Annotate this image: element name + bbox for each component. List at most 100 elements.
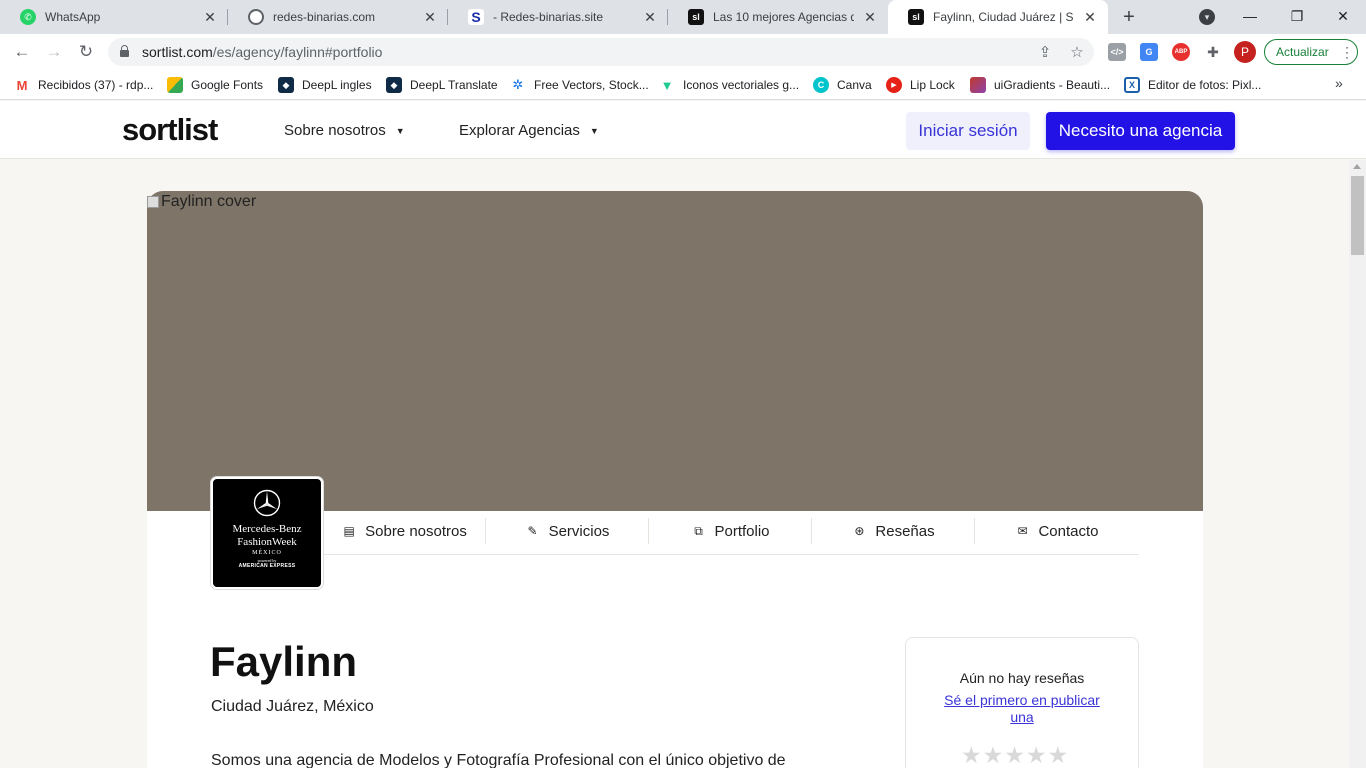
bookmark-canva[interactable]: C Canva	[813, 76, 872, 94]
bookmarks-bar: M Recibidos (37) - rdp... Google Fonts ◆…	[0, 70, 1366, 100]
tab-title: Faylinn, Ciudad Juárez | Sortli	[933, 10, 1074, 24]
caret-down-icon: ▼	[395, 125, 405, 136]
logo-line: MÉXICO	[252, 550, 282, 556]
mercedes-star-icon	[253, 489, 281, 517]
nav-explorar-agencias[interactable]: Explorar Agencias ▼	[459, 122, 599, 139]
sortlist-icon: sl	[688, 9, 704, 25]
menu-dots-icon[interactable]: · · ·	[1345, 41, 1349, 63]
bookmark-lip-lock[interactable]: ▶ Lip Lock	[886, 76, 955, 94]
profile-tabs: ▤ Sobre nosotros ✎ Servicios ⧉ Portfolio…	[323, 516, 1139, 555]
tab-title: redes-binarias.com	[273, 10, 376, 24]
update-label: Actualizar	[1276, 45, 1329, 59]
login-button[interactable]: Iniciar sesión	[906, 112, 1030, 150]
bookmark-pixlr[interactable]: X Editor de fotos: Pixl...	[1124, 76, 1261, 94]
window-close-button[interactable]: ✕	[1331, 4, 1355, 28]
logo-line: FashionWeek	[237, 536, 297, 548]
bookmarks-overflow-icon[interactable]: »	[1335, 75, 1343, 91]
bookmark-label: DeepL ingles	[302, 78, 372, 92]
nav-sobre-nosotros[interactable]: Sobre nosotros ▼	[284, 122, 405, 139]
scroll-up-arrow-icon[interactable]	[1353, 164, 1361, 169]
close-icon[interactable]: ✕	[862, 9, 878, 25]
tab-label: Portfolio	[714, 522, 770, 540]
bookmark-label: Free Vectors, Stock...	[534, 78, 649, 92]
scroll-thumb[interactable]	[1351, 176, 1364, 255]
tab-search-icon[interactable]: ▾	[1199, 9, 1215, 25]
google-translate-icon[interactable]: G	[1140, 43, 1158, 61]
uigradients-icon	[970, 77, 986, 93]
bookmark-freepik[interactable]: ✲ Free Vectors, Stock...	[510, 76, 649, 94]
page-scrollbar[interactable]	[1349, 160, 1366, 768]
tab-mejores-agencias[interactable]: sl Las 10 mejores Agencias de D ✕	[668, 0, 888, 34]
code-extension-icon[interactable]: </>	[1108, 43, 1126, 61]
need-agency-button[interactable]: Necesito una agencia	[1046, 112, 1235, 150]
rating-stars-icon: ★★★★★	[961, 742, 1070, 768]
cover-image: Faylinn cover	[147, 191, 1203, 511]
broken-image-icon	[147, 196, 159, 208]
sortlist-logo[interactable]: sortlist	[122, 112, 218, 148]
tab-label: Contacto	[1038, 522, 1099, 540]
tab-portfolio[interactable]: ⧉ Portfolio	[649, 516, 812, 546]
deepl-icon: ◆	[278, 77, 294, 93]
browser-toolbar: ← → ↻ sortlist.com/es/agency/faylinn#por…	[0, 34, 1366, 70]
gallery-icon: ⧉	[694, 523, 703, 538]
bookmark-star-icon[interactable]: ☆	[1068, 43, 1086, 61]
nav-label: Sobre nosotros	[284, 122, 386, 139]
close-icon[interactable]: ✕	[1082, 9, 1098, 25]
tab-contacto[interactable]: ✉ Contacto	[975, 516, 1139, 546]
bookmark-uigradients[interactable]: uiGradients - Beauti...	[970, 76, 1110, 94]
google-fonts-icon	[167, 77, 183, 93]
adblock-plus-icon[interactable]: ABP	[1172, 43, 1190, 61]
logo-line: Mercedes-Benz	[232, 523, 302, 535]
new-tab-button[interactable]: +	[1117, 5, 1141, 29]
tab-servicios[interactable]: ✎ Servicios	[486, 516, 649, 546]
lock-icon[interactable]	[120, 45, 129, 57]
browser-tab-bar: ✆ WhatsApp ✕ redes-binarias.com ✕ S - Re…	[0, 0, 1366, 34]
bookmark-google-fonts[interactable]: Google Fonts	[167, 76, 263, 94]
close-icon[interactable]: ✕	[642, 9, 658, 25]
globe-icon	[248, 9, 264, 25]
extensions-puzzle-icon[interactable]: ✚	[1204, 43, 1222, 61]
play-icon: ▶	[886, 77, 902, 93]
forward-icon[interactable]: →	[42, 40, 66, 64]
tab-redes-binarias-site[interactable]: S - Redes-binarias.site ✕	[448, 0, 668, 34]
reviews-icon: ⊛	[854, 524, 865, 538]
tab-redes-binarias-com[interactable]: redes-binarias.com ✕	[228, 0, 448, 34]
write-first-review-link[interactable]: Sé el primero en publicar una	[934, 692, 1110, 726]
tab-label: Servicios	[548, 522, 610, 540]
no-reviews-text: Aún no hay reseñas	[959, 670, 1085, 686]
tab-whatsapp[interactable]: ✆ WhatsApp ✕	[0, 0, 228, 34]
whatsapp-icon: ✆	[20, 9, 36, 25]
reload-icon[interactable]: ↻	[74, 40, 98, 64]
caret-down-icon: ▼	[589, 125, 599, 136]
update-button[interactable]: Actualizar · · ·	[1264, 39, 1358, 65]
bookmark-label: uiGradients - Beauti...	[994, 78, 1111, 92]
bookmark-label: Editor de fotos: Pixl...	[1148, 78, 1262, 92]
tab-sobre-nosotros[interactable]: ▤ Sobre nosotros	[323, 516, 486, 546]
share-icon[interactable]: ⇪	[1036, 43, 1054, 61]
tab-faylinn-active[interactable]: sl Faylinn, Ciudad Juárez | Sortli ✕	[888, 0, 1108, 34]
bookmark-deepl-translate[interactable]: ◆ DeepL Translate	[386, 76, 498, 94]
redes-binarias-icon: S	[468, 9, 484, 25]
close-icon[interactable]: ✕	[202, 9, 218, 25]
bookmark-flaticon[interactable]: ▼ Iconos vectoriales g...	[659, 76, 799, 94]
back-icon[interactable]: ←	[10, 40, 34, 64]
bookmark-gmail[interactable]: M Recibidos (37) - rdp...	[14, 76, 153, 94]
tab-title: - Redes-binarias.site	[493, 10, 604, 24]
bookmark-deepl-ingles[interactable]: ◆ DeepL ingles	[278, 76, 372, 94]
site-header: sortlist Sobre nosotros ▼ Explorar Agenc…	[0, 101, 1366, 159]
minimize-button[interactable]: —	[1238, 4, 1262, 28]
logo-line: AMERICAN EXPRESS	[238, 563, 296, 569]
agency-name: Faylinn	[210, 638, 358, 685]
agency-description: Somos una agencia de Modelos y Fotografí…	[211, 752, 786, 768]
url-text[interactable]: sortlist.com/es/agency/faylinn#portfolio	[142, 44, 382, 60]
clipboard-icon: ▤	[343, 524, 355, 538]
tab-resenas[interactable]: ⊛ Reseñas	[812, 516, 975, 546]
agency-location: Ciudad Juárez, México	[211, 698, 374, 715]
close-icon[interactable]: ✕	[422, 9, 438, 25]
bookmark-label: Recibidos (37) - rdp...	[38, 78, 154, 92]
restore-button[interactable]: ❐	[1285, 4, 1309, 28]
address-bar[interactable]: sortlist.com/es/agency/faylinn#portfolio…	[108, 38, 1094, 66]
bookmark-label: DeepL Translate	[410, 78, 498, 92]
bookmark-label: Google Fonts	[191, 78, 264, 92]
profile-avatar[interactable]: P	[1234, 41, 1256, 63]
